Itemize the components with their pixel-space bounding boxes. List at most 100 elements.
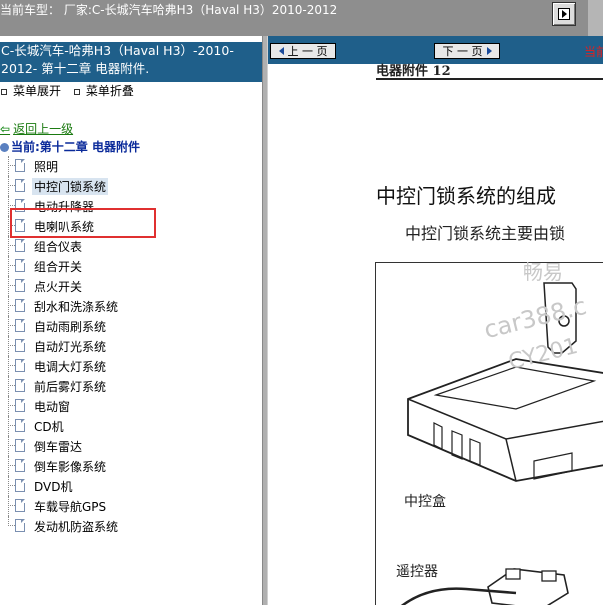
tree-item[interactable]: 电调大灯系统	[0, 356, 262, 376]
toggle-panel-button[interactable]	[552, 2, 576, 26]
current-model-title: 当前车型： 厂家:C-长城汽车哈弗H3（Haval H3）2010-2012	[0, 3, 338, 17]
tree-connector	[8, 176, 9, 196]
figure-label-remote: 遥控器	[396, 564, 438, 580]
document-icon	[15, 259, 25, 272]
content-pane: 上 一 页 下 一 页 当前 电器附件 12 中控门锁系统的组成 中控门锁系统主…	[268, 36, 603, 605]
tree-item-label[interactable]: 倒车影像系统	[34, 458, 106, 475]
tree-item[interactable]: 组合开关	[0, 256, 262, 276]
tree-item-label[interactable]: 照明	[34, 158, 58, 175]
tree-connector	[8, 185, 15, 186]
menu-controls: 菜单展开 菜单折叠	[0, 82, 142, 99]
tree-item[interactable]: 前后雾灯系统	[0, 376, 262, 396]
figure-label-box: 中控盒	[404, 494, 446, 510]
tree-item[interactable]: 刮水和洗涤系统	[0, 296, 262, 316]
back-arrow-icon: ⇦	[0, 122, 11, 136]
tree-item[interactable]: 点火开关	[0, 276, 262, 296]
back-link[interactable]: ⇦ 返回上一级	[0, 120, 73, 137]
tree-connector	[8, 296, 9, 316]
tree-item[interactable]: 车载导航GPS	[0, 496, 262, 516]
tree-item[interactable]: DVD机	[0, 476, 262, 496]
tree-item[interactable]: 倒车雷达	[0, 436, 262, 456]
menu-collapse-button[interactable]: 菜单折叠	[86, 84, 134, 98]
tree-connector	[8, 405, 15, 406]
document-icon	[15, 359, 25, 372]
next-page-label: 下 一 页	[442, 45, 483, 58]
tree-connector	[8, 385, 15, 386]
tree-item[interactable]: 自动灯光系统	[0, 336, 262, 356]
tree-connector	[8, 236, 9, 256]
arrow-right-icon	[558, 8, 570, 20]
tree-item-label[interactable]: DVD机	[34, 478, 72, 495]
tree-connector	[8, 196, 9, 216]
tree-connector	[8, 456, 9, 476]
tree-item[interactable]: 中控门锁系统	[0, 176, 262, 196]
tree-item-label[interactable]: 发动机防盗系统	[34, 518, 118, 535]
document-icon	[15, 319, 25, 332]
tree-item-label[interactable]: 倒车雷达	[34, 438, 82, 455]
tree-connector	[8, 156, 9, 176]
next-arrow-icon	[486, 47, 492, 55]
control-box-corner	[505, 438, 517, 482]
back-link-label[interactable]: 返回上一级	[13, 122, 73, 136]
tree-item-label[interactable]: 前后雾灯系统	[34, 378, 106, 395]
current-location: 当前:第十二章 电器附件	[0, 138, 140, 155]
tree-item-label[interactable]: CD机	[34, 418, 64, 435]
connector-4	[533, 452, 573, 480]
tree-item-label[interactable]: 刮水和洗涤系统	[34, 298, 118, 315]
document-icon	[15, 399, 25, 412]
doc-header: 电器附件 12	[376, 64, 451, 79]
tree-item-label[interactable]: 电动窗	[34, 398, 70, 415]
tree-item-label[interactable]: 自动雨刷系统	[34, 318, 106, 335]
tree-connector	[8, 465, 15, 466]
document-icon	[15, 479, 25, 492]
tree-item[interactable]: CD机	[0, 416, 262, 436]
doc-title: 中控门锁系统的组成	[376, 184, 556, 208]
document-icon	[15, 499, 25, 512]
tree-item[interactable]: 发动机防盗系统	[0, 516, 262, 536]
tree-connector	[8, 436, 9, 456]
prev-page-button[interactable]: 上 一 页	[270, 43, 336, 59]
menu-expand-button[interactable]: 菜单展开	[13, 84, 61, 98]
folder-icon	[0, 143, 9, 152]
tree-item[interactable]: 电动窗	[0, 396, 262, 416]
tree-connector	[8, 476, 9, 496]
sidebar: C-长城汽车-哈弗H3（Haval H3）-2010- 2012- 第十二章 电…	[0, 36, 262, 605]
tree-connector	[8, 496, 9, 516]
document-icon	[15, 379, 25, 392]
tree-connector	[8, 345, 15, 346]
tree-item[interactable]: 倒车影像系统	[0, 456, 262, 476]
tree-item-label[interactable]: 自动灯光系统	[34, 338, 106, 355]
tree-connector	[8, 396, 9, 416]
current-page-label: 当前	[584, 45, 603, 59]
tree-connector	[8, 316, 9, 336]
tree-item-label[interactable]: 车载导航GPS	[34, 498, 106, 515]
tree-item-label[interactable]: 组合仪表	[34, 238, 82, 255]
expand-icon	[1, 88, 7, 95]
tree-connector	[8, 245, 15, 246]
doc-header-rule	[376, 78, 603, 80]
tree-connector	[8, 336, 9, 356]
tree-item-label[interactable]: 点火开关	[34, 278, 82, 295]
banner-line-1: C-长城汽车-哈弗H3（Haval H3）-2010-	[1, 43, 234, 58]
tree-item[interactable]: 自动雨刷系统	[0, 316, 262, 336]
tree-connector	[8, 205, 15, 206]
tree-item[interactable]: 组合仪表	[0, 236, 262, 256]
tree-connector	[8, 276, 9, 296]
scrollbar[interactable]	[588, 0, 603, 36]
sidebar-banner: C-长城汽车-哈弗H3（Haval H3）-2010- 2012- 第十二章 电…	[0, 42, 262, 82]
tree-connector	[8, 525, 15, 526]
document-icon	[15, 519, 25, 532]
tree-connector	[8, 356, 9, 376]
tree-connector	[8, 505, 15, 506]
tree-item[interactable]: 照明	[0, 156, 262, 176]
tree-connector	[8, 485, 15, 486]
tree-item-label[interactable]: 中控门锁系统	[32, 178, 109, 195]
selection-highlight-box	[10, 208, 156, 238]
document-icon	[15, 299, 25, 312]
tree-item-label[interactable]: 组合开关	[34, 258, 82, 275]
tree-connector	[8, 376, 9, 396]
tree-item-label[interactable]: 电调大灯系统	[34, 358, 106, 375]
next-page-button[interactable]: 下 一 页	[434, 43, 500, 59]
prev-arrow-icon	[278, 47, 284, 55]
tree-connector	[8, 445, 15, 446]
